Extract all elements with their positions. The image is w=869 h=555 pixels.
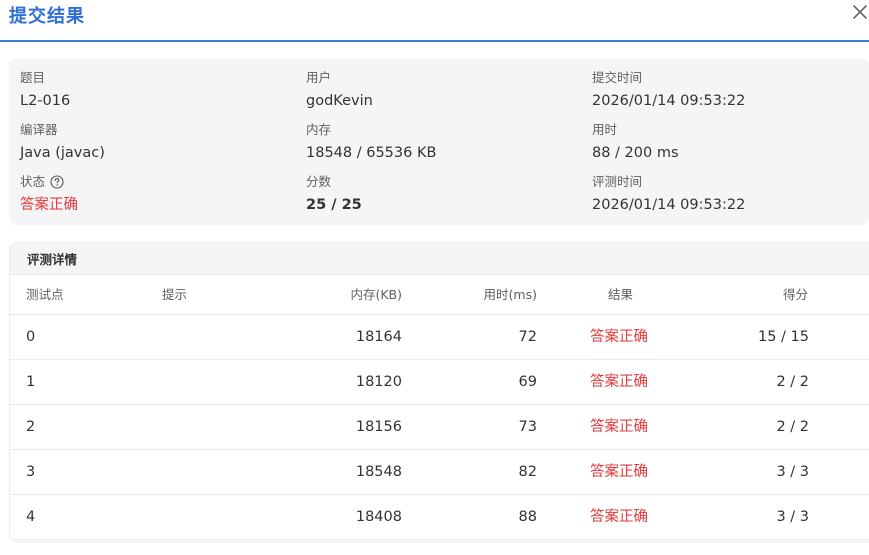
time-used-value: 88 / 200 ms [592, 145, 679, 161]
cell-score: 2 / 2 [776, 374, 809, 390]
score-field: 分数 25 / 25 [306, 173, 576, 215]
cell-time: 82 [518, 464, 537, 480]
table-row: 1 18120 69 答案正确 2 / 2 [10, 360, 869, 405]
cell-case: 2 [26, 419, 36, 435]
status-field: 状态 答案正确 [20, 173, 290, 215]
col-header-memory: 内存(KB) [350, 287, 402, 302]
table-row: 2 18156 73 答案正确 2 / 2 [10, 405, 869, 450]
submission-summary: 题目 L2-016 用户 godKevin 提交时间 2026/01/14 09… [9, 58, 869, 225]
cell-score: 15 / 15 [757, 329, 809, 345]
cell-time: 72 [518, 329, 537, 345]
submit-time-field: 提交时间 2026/01/14 09:53:22 [592, 69, 862, 111]
cell-time: 69 [518, 374, 537, 390]
table-row: 3 18548 82 答案正确 3 / 3 [10, 450, 869, 495]
cell-result: 答案正确 [590, 464, 648, 480]
table-row: 4 18408 88 答案正确 3 / 3 [10, 495, 869, 540]
score-label: 分数 [306, 174, 332, 189]
time-used-field: 用时 88 / 200 ms [592, 121, 862, 163]
cell-score: 3 / 3 [776, 509, 809, 525]
judge-time-value: 2026/01/14 09:53:22 [592, 197, 746, 213]
cell-result: 答案正确 [590, 509, 648, 525]
col-header-result: 结果 [608, 287, 634, 302]
cell-score: 2 / 2 [776, 419, 809, 435]
cell-memory: 18408 [355, 509, 402, 525]
judge-time-field: 评测时间 2026/01/14 09:53:22 [592, 173, 862, 215]
cell-result: 答案正确 [590, 374, 648, 390]
cell-time: 73 [518, 419, 537, 435]
col-header-time: 用时(ms) [483, 287, 537, 302]
problem-label: 题目 [20, 70, 46, 85]
cell-score: 3 / 3 [776, 464, 809, 480]
submit-time-value: 2026/01/14 09:53:22 [592, 93, 746, 109]
cell-memory: 18164 [355, 329, 402, 345]
cell-result: 答案正确 [590, 419, 648, 435]
cell-case: 3 [26, 464, 36, 480]
col-header-score: 得分 [782, 287, 808, 302]
dialog-header: 提交结果 [0, 0, 869, 42]
close-icon[interactable] [849, 1, 869, 23]
score-value: 25 / 25 [306, 197, 362, 213]
cell-memory: 18548 [355, 464, 402, 480]
memory-value: 18548 / 65536 KB [306, 145, 437, 161]
memory-label: 内存 [306, 122, 332, 137]
compiler-field: 编译器 Java (javac) [20, 121, 290, 163]
table-header: 测试点 提示 内存(KB) 用时(ms) 结果 得分 [10, 275, 869, 315]
compiler-label: 编译器 [20, 122, 58, 137]
status-value: 答案正确 [20, 197, 78, 213]
cell-memory: 18120 [355, 374, 402, 390]
time-used-label: 用时 [592, 122, 618, 137]
user-field: 用户 godKevin [306, 69, 576, 111]
compiler-value: Java (javac) [20, 145, 105, 161]
user-label: 用户 [306, 70, 332, 85]
dialog-title: 提交结果 [9, 6, 85, 27]
memory-field: 内存 18548 / 65536 KB [306, 121, 576, 163]
problem-field: 题目 L2-016 [20, 69, 290, 111]
col-header-case: 测试点 [26, 287, 64, 302]
judge-details-title: 评测详情 [10, 243, 869, 275]
col-header-hint: 提示 [162, 287, 188, 302]
status-label-row: 状态 [20, 173, 290, 191]
cell-case: 1 [26, 374, 36, 390]
cell-case: 0 [26, 329, 36, 345]
cell-memory: 18156 [355, 419, 402, 435]
problem-value: L2-016 [20, 93, 71, 109]
submit-time-label: 提交时间 [592, 70, 643, 85]
table-row: 0 18164 72 答案正确 15 / 15 [10, 315, 869, 360]
cell-case: 4 [26, 509, 36, 525]
status-label: 状态 [20, 174, 46, 189]
question-circle-icon[interactable] [50, 175, 64, 189]
user-value: godKevin [306, 93, 373, 109]
cell-time: 88 [518, 509, 537, 525]
judge-details-panel: 评测详情 测试点 提示 内存(KB) 用时(ms) 结果 得分 0 18164 … [9, 242, 869, 542]
judge-time-label: 评测时间 [592, 174, 643, 189]
cell-result: 答案正确 [590, 329, 648, 345]
